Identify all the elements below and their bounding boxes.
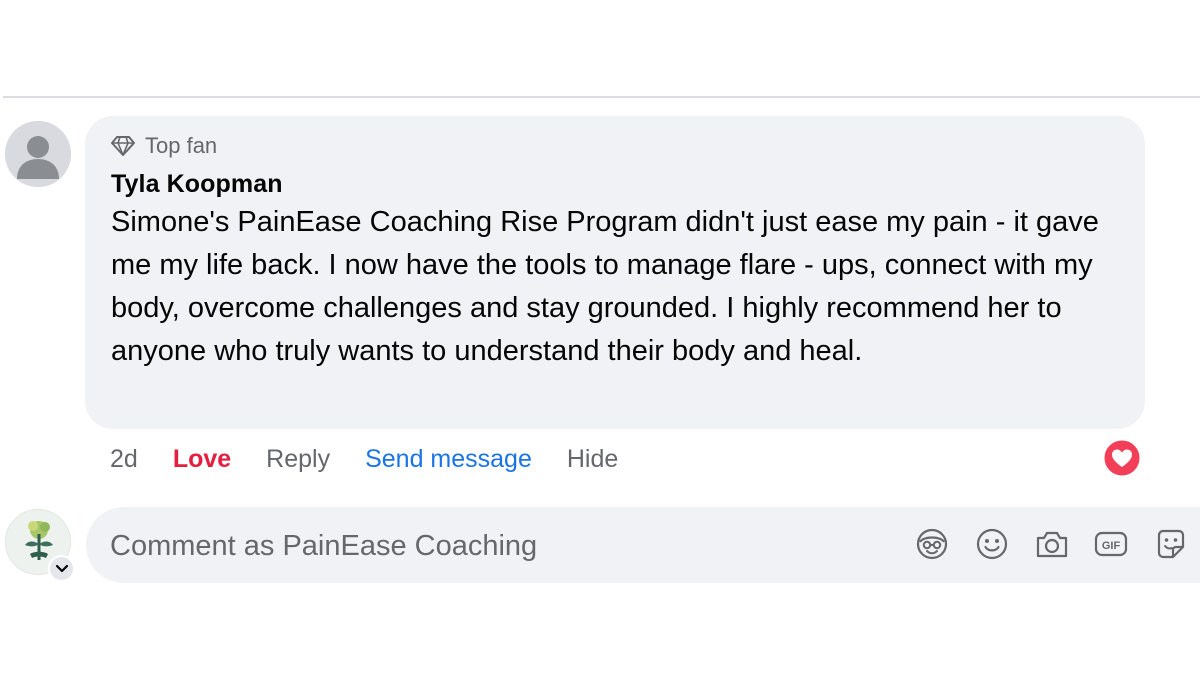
hide-button[interactable]: Hide bbox=[567, 445, 618, 474]
top-fan-badge[interactable]: Top fan bbox=[110, 132, 217, 160]
comment-actions: 2d Love Reply Send message Hide bbox=[110, 440, 618, 478]
comment-timestamp[interactable]: 2d bbox=[110, 445, 138, 474]
svg-text:GIF: GIF bbox=[1102, 540, 1121, 552]
badge-label: Top fan bbox=[145, 133, 218, 158]
comment-input[interactable] bbox=[110, 525, 870, 567]
love-reaction-icon[interactable] bbox=[1103, 439, 1141, 477]
gif-icon[interactable]: GIF bbox=[1093, 526, 1129, 562]
diamond-icon bbox=[110, 135, 136, 157]
camera-icon[interactable] bbox=[1034, 526, 1070, 562]
reply-button[interactable]: Reply bbox=[266, 445, 330, 474]
emoji-icon[interactable] bbox=[974, 526, 1010, 562]
sticker-icon[interactable] bbox=[1153, 526, 1189, 562]
divider bbox=[3, 96, 1200, 98]
chevron-down-icon[interactable] bbox=[48, 555, 75, 582]
comment-author[interactable]: Tyla Koopman bbox=[111, 170, 283, 199]
comment-screen: Top fan Tyla Koopman Simone's PainEase C… bbox=[0, 0, 1200, 675]
commenter-avatar[interactable] bbox=[5, 121, 71, 187]
send-message-button[interactable]: Send message bbox=[365, 445, 532, 474]
comment-text: Simone's PainEase Coaching Rise Program … bbox=[111, 206, 1099, 367]
default-person-icon bbox=[5, 121, 71, 187]
avatar-sticker-icon[interactable] bbox=[914, 526, 950, 562]
love-button[interactable]: Love bbox=[173, 445, 231, 474]
